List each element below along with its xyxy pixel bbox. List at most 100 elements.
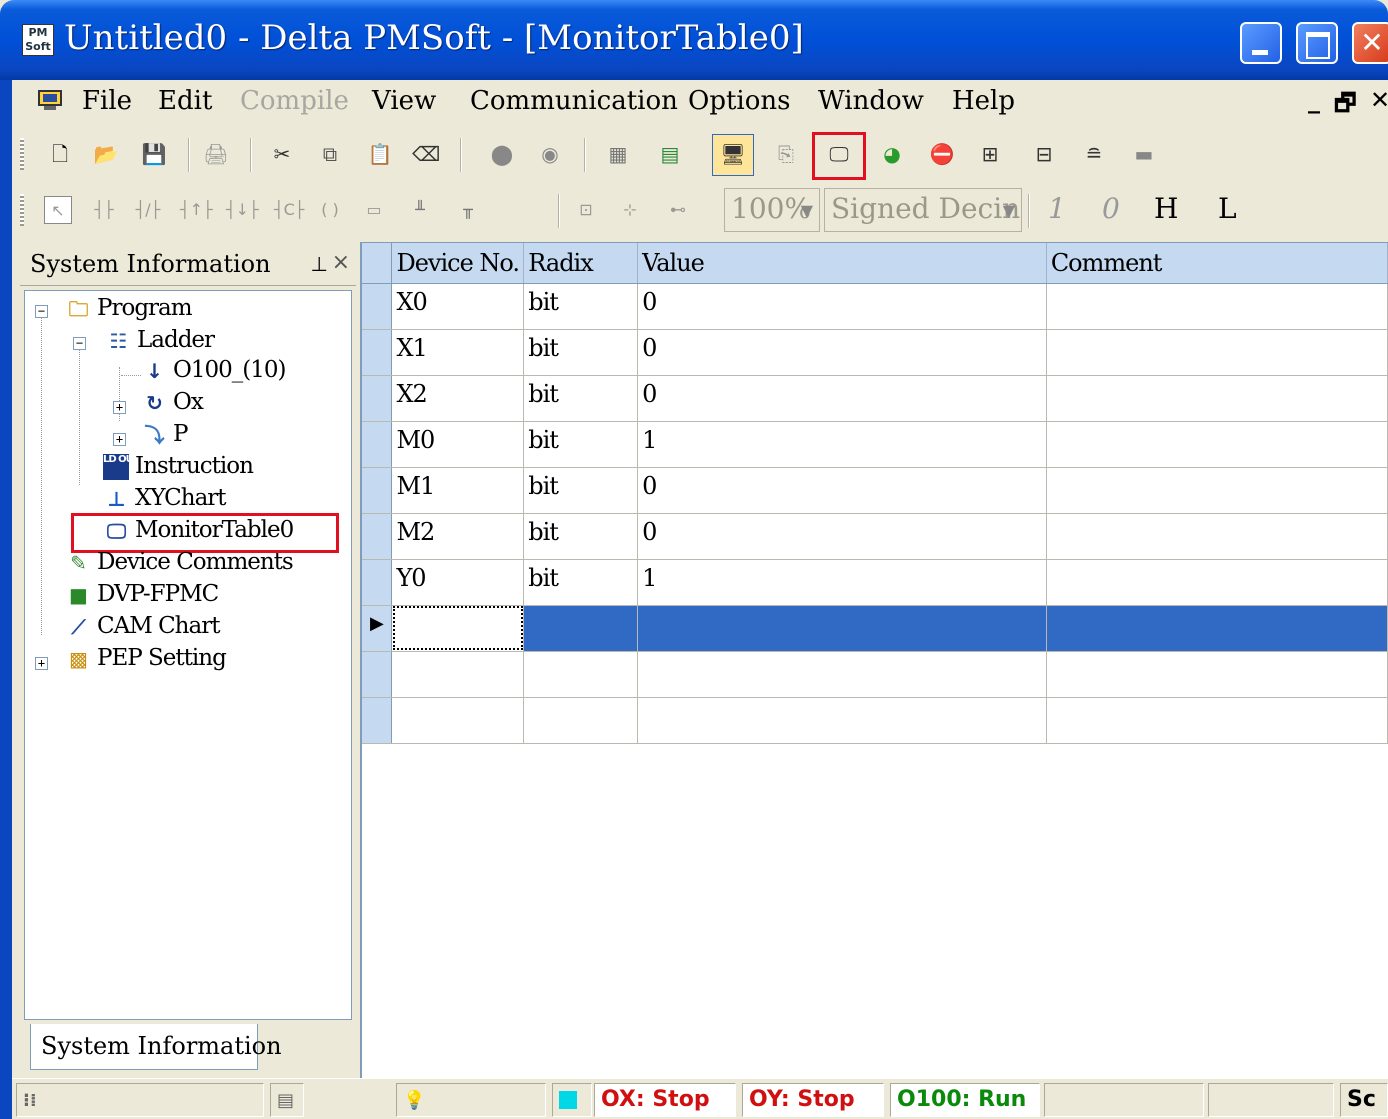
toolbar-grip[interactable] — [20, 194, 24, 226]
set-high-button[interactable]: H — [1154, 192, 1178, 225]
mdi-close-button[interactable]: ✕ — [1370, 86, 1388, 114]
radix-cell[interactable]: bit — [523, 375, 639, 422]
convert-icon[interactable]: ⊡ — [572, 196, 600, 224]
column-header-comment[interactable]: Comment — [1046, 243, 1388, 284]
print-icon[interactable]: 🖨 — [202, 140, 230, 168]
online-icon[interactable]: ⬤ — [488, 140, 516, 168]
row-header[interactable] — [362, 375, 393, 422]
device-icon[interactable]: ⎘ — [772, 140, 800, 168]
plc-connect-icon[interactable]: ⊞ — [976, 140, 1004, 168]
menu-compile[interactable]: Compile — [240, 86, 349, 116]
close-panel-icon[interactable]: × — [332, 250, 350, 275]
code-insert-icon[interactable]: ⊷ — [664, 196, 692, 224]
device-cell[interactable]: M0 — [391, 421, 525, 468]
comment-icon[interactable]: ▬ — [1130, 140, 1158, 168]
device-cell[interactable] — [391, 697, 525, 744]
device-cell[interactable]: X0 — [391, 283, 525, 330]
tree-node-xychart[interactable]: ⊥ XYChart — [103, 485, 226, 512]
table-row[interactable]: X2 bit 0 — [362, 375, 1388, 422]
save-icon[interactable]: 💾 — [140, 140, 168, 168]
set-on-button[interactable]: 1 — [1048, 192, 1066, 225]
menu-options[interactable]: Options — [688, 86, 790, 116]
offline-icon[interactable]: ◉ — [536, 140, 564, 168]
radix-cell[interactable] — [523, 651, 639, 698]
tree-node-o100[interactable]: ↓ O100_(10) — [141, 357, 286, 384]
radix-cell[interactable]: bit — [523, 283, 639, 330]
nc-contact-icon[interactable]: ┤/├ — [134, 196, 162, 224]
radix-cell[interactable]: bit — [523, 513, 639, 560]
value-cell[interactable]: 0 — [637, 283, 1047, 330]
cut-icon[interactable]: ✂ — [268, 140, 296, 168]
app-icon[interactable]: PM Soft — [22, 24, 54, 56]
select-pointer-icon[interactable]: ↖ — [44, 196, 72, 224]
mdi-restore-button[interactable]: 🗗 — [1334, 86, 1357, 127]
device-cell[interactable]: M2 — [391, 513, 525, 560]
value-cell[interactable]: 0 — [637, 513, 1047, 560]
value-cell[interactable] — [637, 651, 1047, 698]
radix-cell[interactable]: bit — [523, 421, 639, 468]
value-cell[interactable]: 1 — [637, 421, 1047, 468]
row-header[interactable] — [362, 467, 393, 514]
table-row[interactable]: X1 bit 0 — [362, 329, 1388, 376]
comment-cell[interactable] — [1046, 513, 1388, 560]
eraser-icon[interactable]: ⌫ — [412, 140, 440, 168]
row-header[interactable] — [362, 283, 393, 330]
tree-node-dvp-fpmc[interactable]: ■ DVP-FPMC — [65, 581, 219, 608]
stop-icon[interactable]: ⛔ — [928, 140, 956, 168]
table-row[interactable]: M1 bit 0 — [362, 467, 1388, 514]
table-row[interactable]: M0 bit 1 — [362, 421, 1388, 468]
pin-icon[interactable]: ⊥ — [311, 252, 328, 276]
device-cell[interactable]: Y0 — [391, 559, 525, 606]
tree-node-p[interactable]: ⤵ P — [141, 421, 189, 448]
output-coil-icon[interactable]: ( ) — [316, 196, 344, 224]
close-button[interactable]: ✕ — [1352, 22, 1388, 64]
value-cell[interactable]: 0 — [637, 375, 1047, 422]
code-icon[interactable]: ⊹ — [616, 196, 644, 224]
column-header-device[interactable]: Device No. — [391, 243, 525, 284]
open-folder-icon[interactable]: 📂 — [92, 140, 120, 168]
table-row[interactable]: X0 bit 0 — [362, 283, 1388, 330]
coil-icon[interactable]: ┤C├ — [274, 196, 304, 224]
run-icon[interactable]: ◕ — [878, 140, 906, 168]
monitor-icon[interactable]: 🖥 — [719, 140, 747, 168]
column-header-radix[interactable]: Radix — [523, 243, 639, 284]
comment-cell[interactable] — [1046, 467, 1388, 514]
expand-p-toggle[interactable]: + — [113, 433, 126, 446]
set-off-button[interactable]: 0 — [1102, 192, 1120, 225]
maximize-button[interactable] — [1296, 22, 1338, 64]
falling-contact-icon[interactable]: ┤↓├ — [226, 196, 259, 224]
row-header[interactable] — [362, 651, 393, 698]
radix-cell[interactable] — [523, 697, 639, 744]
plc-disconnect-icon[interactable]: ⊟ — [1030, 140, 1058, 168]
row-header[interactable] — [362, 421, 393, 468]
comment-cell[interactable] — [1046, 375, 1388, 422]
monitor-table-icon[interactable]: 🖵 — [825, 140, 853, 168]
value-cell[interactable] — [637, 697, 1047, 744]
menu-communication[interactable]: Communication — [470, 86, 678, 116]
collapse-program-toggle[interactable]: − — [35, 305, 48, 318]
download-icon[interactable]: ▦ — [604, 140, 632, 168]
comment-cell[interactable] — [1046, 421, 1388, 468]
menu-window[interactable]: Window — [818, 86, 924, 116]
table-row[interactable] — [362, 697, 1388, 744]
menu-view[interactable]: View — [372, 86, 436, 116]
mdi-minimize-button[interactable]: _ — [1308, 86, 1320, 114]
comment-cell[interactable] — [1046, 283, 1388, 330]
copy-icon[interactable]: ⧉ — [316, 140, 344, 168]
minimize-button[interactable] — [1240, 22, 1282, 64]
table-row[interactable]: Y0 bit 1 — [362, 559, 1388, 606]
radix-cell[interactable] — [523, 605, 639, 652]
radix-select[interactable]: Signed Decin ▼ — [824, 188, 1022, 232]
tree-node-ox[interactable]: ↻ Ox — [141, 389, 204, 416]
row-header[interactable] — [362, 329, 393, 376]
upload-icon[interactable]: ▤ — [656, 140, 684, 168]
device-cell[interactable] — [391, 651, 525, 698]
tab-system-information[interactable]: System Information — [30, 1024, 282, 1070]
comment-cell[interactable] — [1046, 559, 1388, 606]
column-header-value[interactable]: Value — [637, 243, 1047, 284]
new-file-icon[interactable]: 🗋 — [46, 140, 74, 168]
zoom-select[interactable]: 100% ▼ — [724, 188, 820, 232]
tree-node-program[interactable]: 🗀 Program — [65, 295, 193, 322]
comment-cell[interactable] — [1046, 329, 1388, 376]
document-icon[interactable] — [38, 90, 62, 112]
